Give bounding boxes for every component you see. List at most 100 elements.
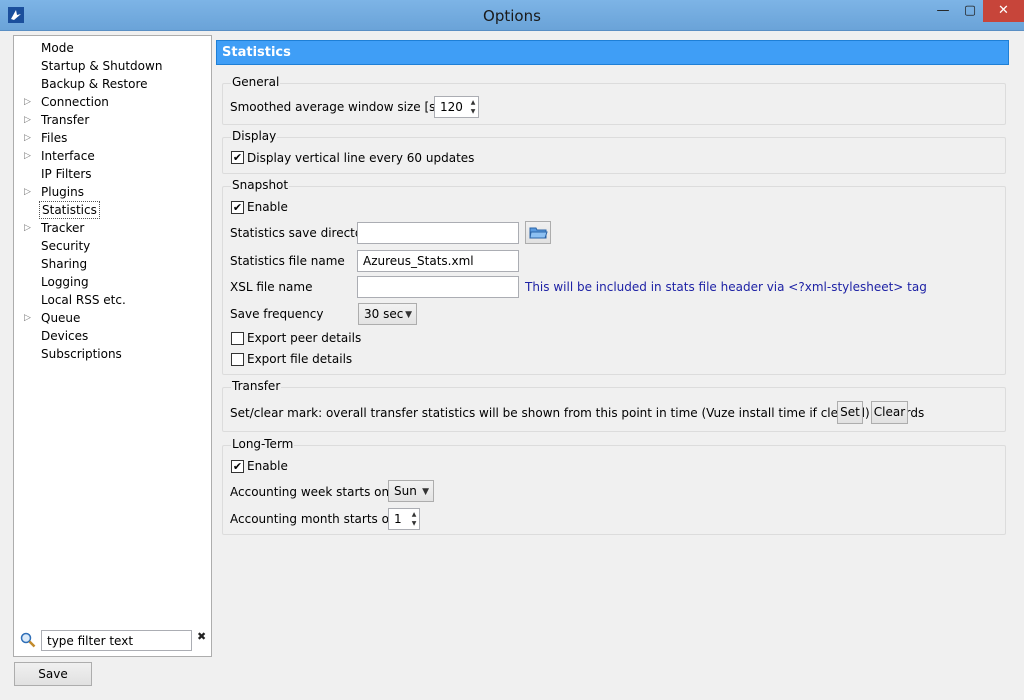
general-group-title: General bbox=[231, 75, 281, 89]
export-file-checkbox[interactable] bbox=[231, 353, 244, 366]
export-peer-label: Export peer details bbox=[247, 331, 362, 345]
sidebar-item[interactable]: ▷ Transfer bbox=[14, 111, 211, 129]
transfer-group: Transfer Set/clear mark: overall transfe… bbox=[222, 379, 1006, 432]
folder-icon bbox=[529, 227, 548, 239]
display-group-title: Display bbox=[231, 129, 278, 143]
page-title: Statistics bbox=[216, 40, 1009, 65]
save-dir-field[interactable] bbox=[357, 222, 519, 244]
month-start-spinner[interactable]: 1 ▲ ▼ bbox=[388, 508, 420, 530]
expand-arrow-icon[interactable]: ▷ bbox=[24, 147, 34, 165]
sidebar-item-label: Devices bbox=[41, 329, 89, 343]
spinner-arrows-icon[interactable]: ▲ ▼ bbox=[410, 510, 418, 528]
sidebar-item[interactable]: Startup & Shutdown bbox=[14, 57, 211, 75]
sidebar-item[interactable]: Mode bbox=[14, 39, 211, 57]
sidebar-item-label: Interface bbox=[41, 149, 95, 163]
clear-mark-button[interactable]: Clear bbox=[871, 401, 908, 424]
sidebar-item-label: Mode bbox=[41, 41, 74, 55]
sidebar-item-label: Plugins bbox=[41, 185, 84, 199]
sidebar-item[interactable]: ▷ Connection bbox=[14, 93, 211, 111]
spinner-arrows-icon[interactable]: ▲ ▼ bbox=[469, 98, 477, 116]
expand-arrow-icon[interactable]: ▷ bbox=[24, 111, 34, 129]
transfer-group-title: Transfer bbox=[231, 379, 282, 393]
snapshot-group: Snapshot ✔ Enable Statistics save direct… bbox=[222, 178, 1006, 375]
window-size-spinner[interactable]: 120 ▲ ▼ bbox=[434, 96, 479, 118]
chevron-down-icon: ▼ bbox=[422, 487, 429, 497]
frequency-value: 30 sec bbox=[364, 307, 404, 321]
snapshot-group-title: Snapshot bbox=[231, 178, 290, 192]
week-start-label: Accounting week starts on: bbox=[230, 485, 394, 499]
vertical-line-label: Display vertical line every 60 updates bbox=[247, 151, 475, 165]
sidebar-item[interactable]: ▷ Interface bbox=[14, 147, 211, 165]
general-group: General Smoothed average window size [se… bbox=[222, 75, 1006, 125]
window-size-label: Smoothed average window size [secs] bbox=[230, 100, 461, 114]
sidebar-item[interactable]: ▷ Files bbox=[14, 129, 211, 147]
options-tree[interactable]: Mode Startup & Shutdown Backup & Restore ▷ C… bbox=[13, 35, 212, 657]
search-icon bbox=[20, 632, 36, 648]
sidebar-item-label: Queue bbox=[41, 311, 81, 325]
save-button[interactable]: Save bbox=[14, 662, 92, 686]
sidebar-item[interactable]: ▷ Queue bbox=[14, 309, 211, 327]
longterm-enable-label: Enable bbox=[247, 459, 288, 473]
sidebar-item-label: Files bbox=[41, 131, 68, 145]
set-mark-button[interactable]: Set bbox=[837, 401, 863, 424]
browse-folder-button[interactable] bbox=[525, 221, 551, 244]
xsl-field[interactable] bbox=[357, 276, 519, 298]
frequency-select[interactable]: 30 sec ▼ bbox=[358, 303, 417, 325]
snapshot-enable-checkbox[interactable]: ✔ bbox=[231, 201, 244, 214]
sidebar-item-label: Tracker bbox=[41, 221, 85, 235]
file-name-field[interactable]: Azureus_Stats.xml bbox=[357, 250, 519, 272]
chevron-down-icon: ▼ bbox=[405, 310, 412, 320]
export-file-label: Export file details bbox=[247, 352, 353, 366]
week-start-value: Sun bbox=[394, 484, 417, 498]
longterm-group: Long-Term ✔ Enable Accounting week start… bbox=[222, 437, 1006, 535]
sidebar-item[interactable]: Sharing bbox=[14, 255, 211, 273]
save-dir-label: Statistics save directory bbox=[230, 226, 375, 240]
sidebar-item[interactable]: Backup & Restore bbox=[14, 75, 211, 93]
vertical-line-checkbox[interactable]: ✔ bbox=[231, 151, 244, 164]
sidebar-item[interactable]: ▷ Tracker bbox=[14, 219, 211, 237]
expand-arrow-icon[interactable]: ▷ bbox=[24, 129, 34, 147]
clear-filter-icon[interactable]: ✖ bbox=[197, 630, 206, 643]
longterm-enable-checkbox[interactable]: ✔ bbox=[231, 460, 244, 473]
week-start-select[interactable]: Sun ▼ bbox=[388, 480, 434, 502]
expand-arrow-icon[interactable]: ▷ bbox=[24, 93, 34, 111]
sidebar-item[interactable]: Logging bbox=[14, 273, 211, 291]
sidebar-item-label: IP Filters bbox=[41, 167, 92, 181]
sidebar-item-label: Logging bbox=[41, 275, 89, 289]
month-start-label: Accounting month starts on: bbox=[230, 512, 401, 526]
transfer-mark-label: Set/clear mark: overall transfer statist… bbox=[230, 406, 925, 420]
display-group: Display ✔ Display vertical line every 60… bbox=[222, 129, 1006, 174]
sidebar-item-label: Local RSS etc. bbox=[41, 293, 126, 307]
maximize-button[interactable]: ▢ bbox=[957, 0, 983, 22]
export-peer-checkbox[interactable] bbox=[231, 332, 244, 345]
title-bar: Options — ▢ ✕ bbox=[0, 0, 1024, 31]
sidebar-item-label: Sharing bbox=[41, 257, 88, 271]
expand-arrow-icon[interactable]: ▷ bbox=[24, 309, 34, 327]
filter-row: ✖ bbox=[20, 630, 210, 652]
sidebar-item-label: Transfer bbox=[41, 113, 90, 127]
sidebar-item-label: Subscriptions bbox=[41, 347, 122, 361]
sidebar-item-label: Startup & Shutdown bbox=[41, 59, 163, 73]
sidebar-item-label: Statistics bbox=[39, 201, 100, 219]
sidebar-item[interactable]: Local RSS etc. bbox=[14, 291, 211, 309]
close-button[interactable]: ✕ bbox=[983, 0, 1024, 22]
filter-input[interactable] bbox=[41, 630, 192, 651]
minimize-button[interactable]: — bbox=[929, 0, 957, 22]
sidebar-item[interactable]: Subscriptions bbox=[14, 345, 211, 363]
file-name-label: Statistics file name bbox=[230, 254, 345, 268]
sidebar-item[interactable]: Devices bbox=[14, 327, 211, 345]
xsl-hint: This will be included in stats file head… bbox=[525, 280, 927, 294]
longterm-group-title: Long-Term bbox=[231, 437, 295, 451]
expand-arrow-icon[interactable]: ▷ bbox=[24, 219, 34, 237]
sidebar-item[interactable]: Security bbox=[14, 237, 211, 255]
sidebar-item[interactable]: Statistics bbox=[14, 201, 211, 219]
xsl-label: XSL file name bbox=[230, 280, 313, 294]
expand-arrow-icon[interactable]: ▷ bbox=[24, 183, 34, 201]
sidebar-item-label: Backup & Restore bbox=[41, 77, 148, 91]
frequency-label: Save frequency bbox=[230, 307, 324, 321]
month-start-value: 1 bbox=[394, 512, 402, 526]
sidebar-item[interactable]: IP Filters bbox=[14, 165, 211, 183]
sidebar-item[interactable]: ▷ Plugins bbox=[14, 183, 211, 201]
sidebar-item-label: Connection bbox=[41, 95, 109, 109]
window-size-value: 120 bbox=[440, 100, 463, 114]
